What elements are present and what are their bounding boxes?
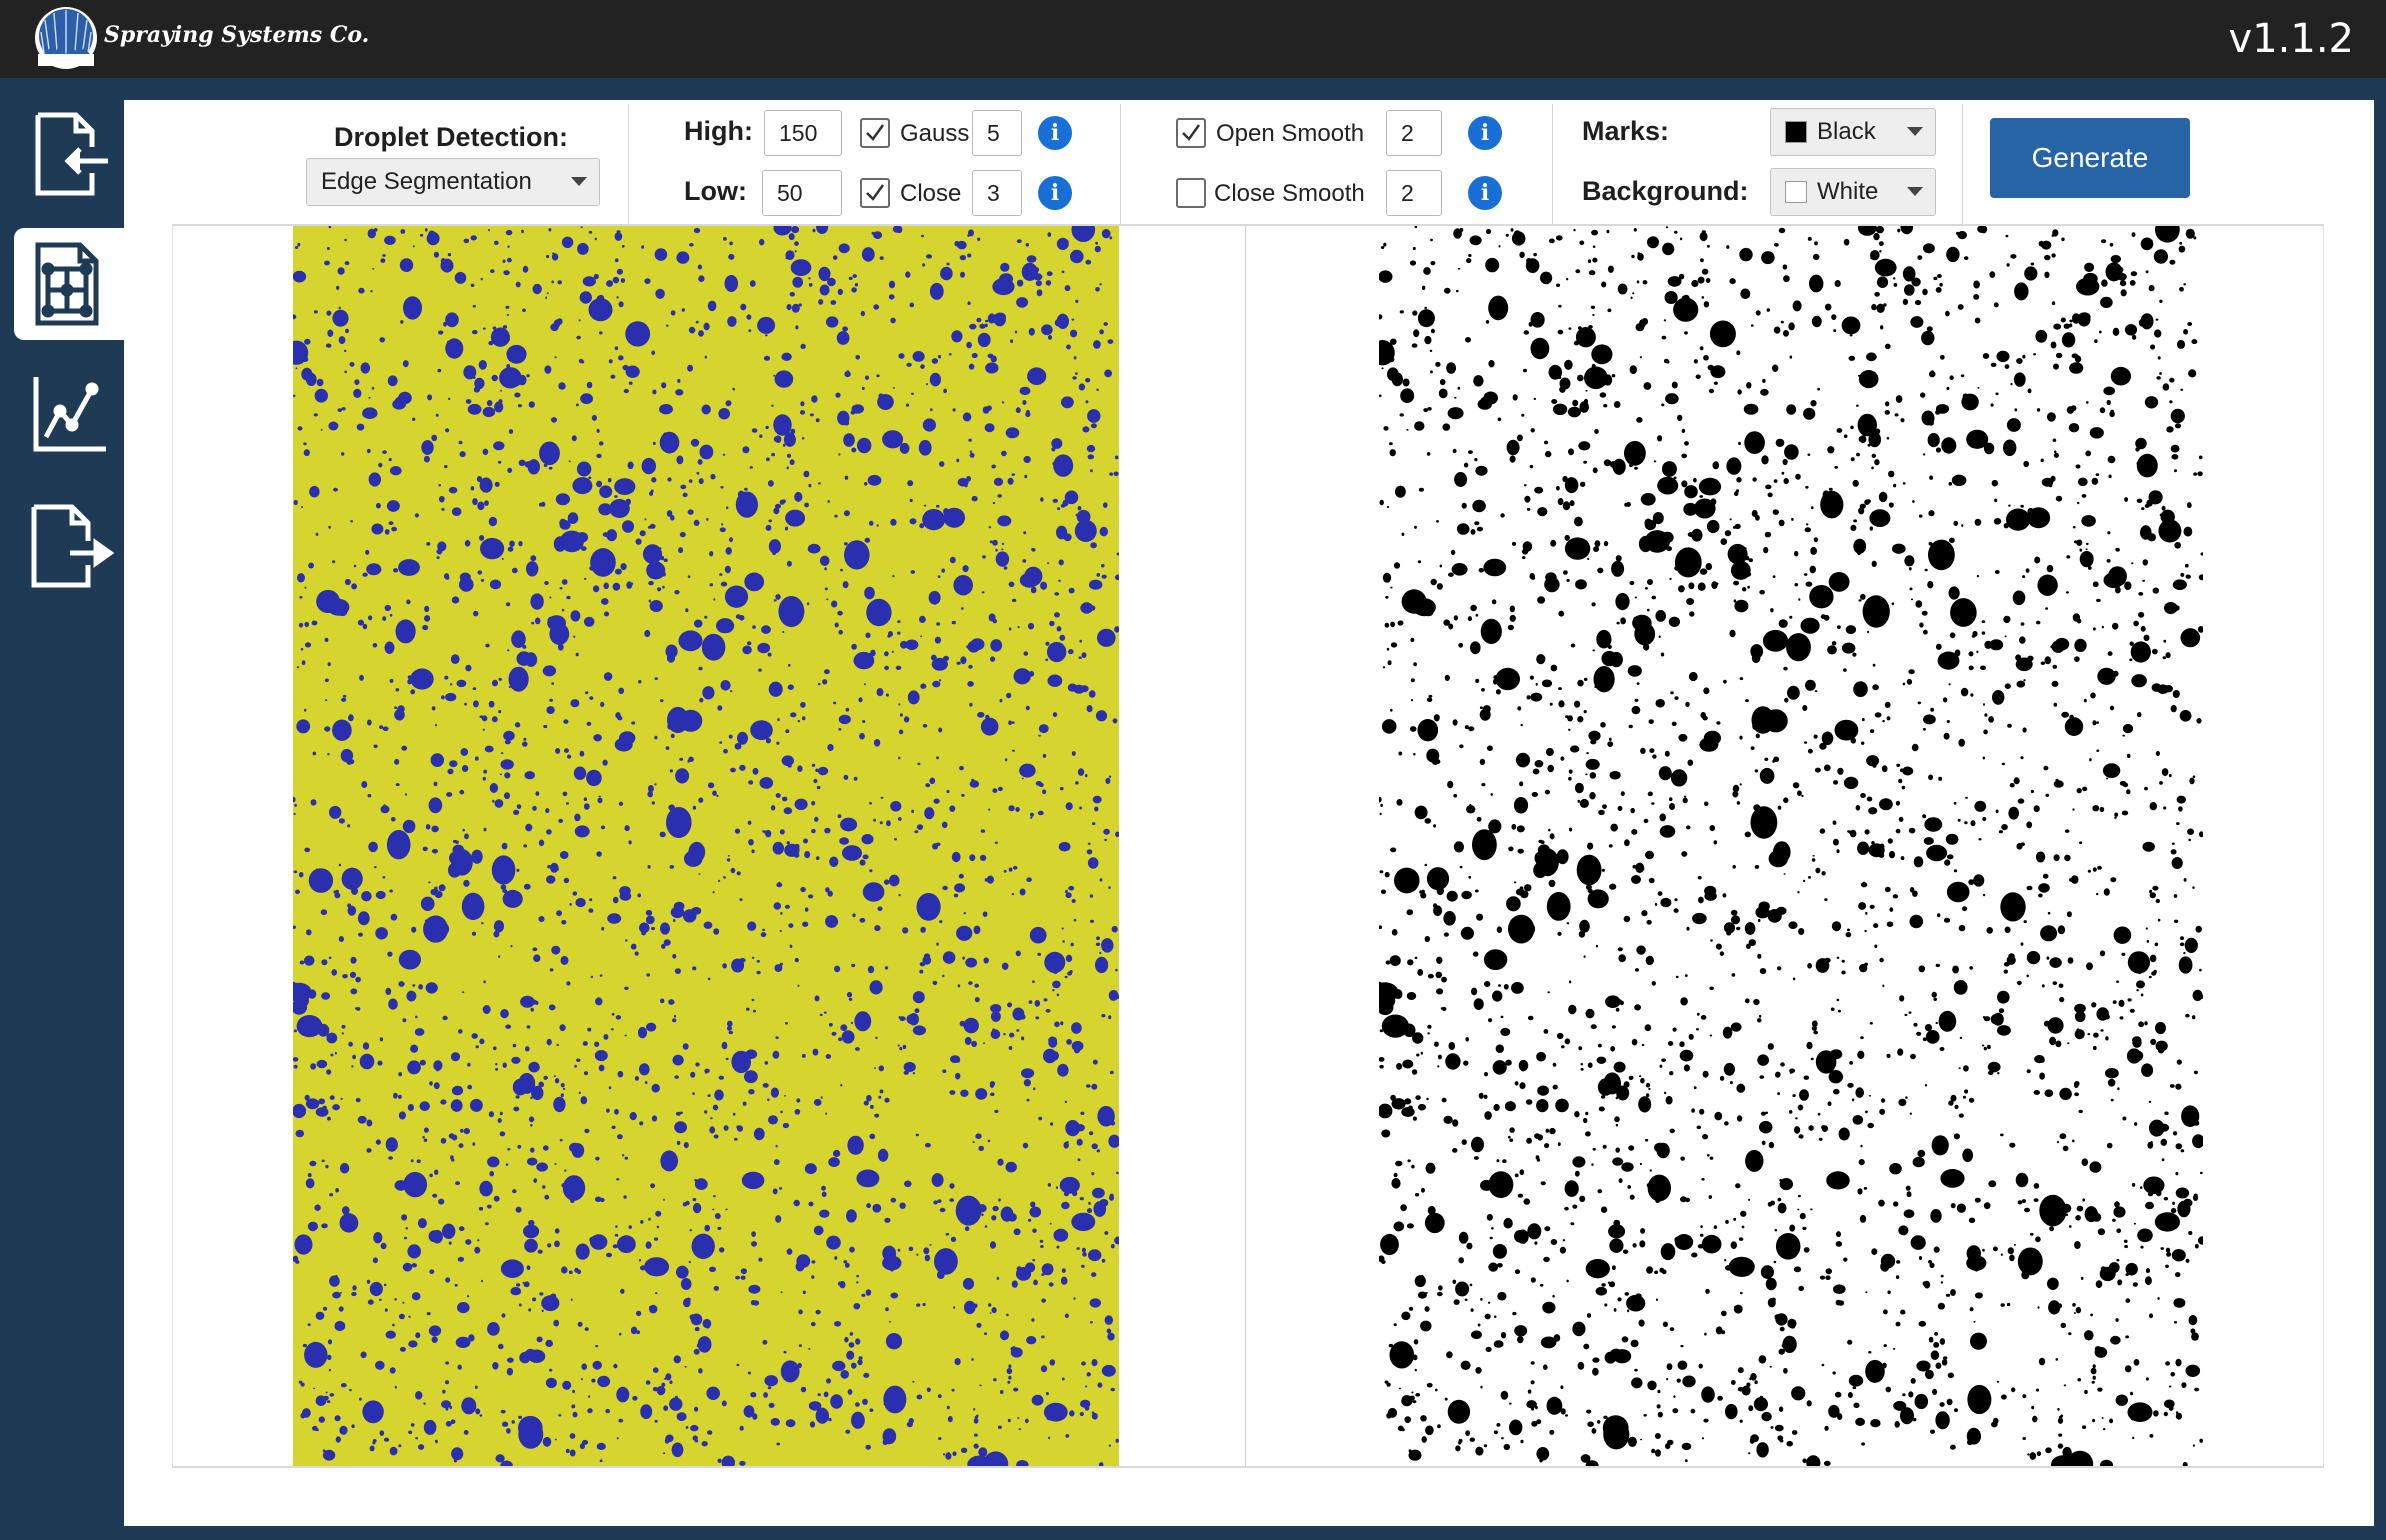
grid-analysis-icon xyxy=(35,242,99,326)
divider xyxy=(628,104,629,224)
marks-color-dropdown[interactable]: Black xyxy=(1770,108,1936,156)
gauss-label: Gauss xyxy=(900,120,970,147)
close-info-icon[interactable]: i xyxy=(1038,176,1072,210)
black-swatch-icon xyxy=(1785,121,1807,143)
divider xyxy=(1962,104,1963,224)
droplet-detection-dropdown[interactable]: Edge Segmentation xyxy=(306,158,600,206)
toolbar: Droplet Detection: Edge Segmentation Hig… xyxy=(124,100,2374,224)
close-checkbox[interactable] xyxy=(860,178,890,208)
divider xyxy=(1552,104,1553,224)
sidebar-item-analysis[interactable] xyxy=(14,228,124,340)
company-logo-icon xyxy=(35,7,97,69)
segmented-droplets-image xyxy=(1379,226,2203,1466)
low-threshold-input[interactable]: 50 xyxy=(762,170,842,216)
file-import-icon xyxy=(35,112,108,196)
version-label: v1.1.2 xyxy=(2228,16,2354,62)
high-threshold-input[interactable]: 150 xyxy=(764,110,842,156)
droplet-detection-value: Edge Segmentation xyxy=(321,168,532,195)
image-comparison-area xyxy=(172,224,2324,1468)
gauss-info-icon[interactable]: i xyxy=(1038,116,1072,150)
marks-label: Marks: xyxy=(1582,116,1670,146)
background-label: Background: xyxy=(1582,176,1749,206)
gauss-input[interactable]: 5 xyxy=(972,110,1022,156)
title-bar: Spraying Systems Co. v1.1.2 xyxy=(0,0,2386,78)
high-label: High: xyxy=(684,116,753,146)
panel-divider xyxy=(1245,226,1246,1466)
sidebar xyxy=(0,78,124,1540)
checkmark-icon xyxy=(866,184,885,201)
chevron-down-icon xyxy=(571,177,587,186)
close-input[interactable]: 3 xyxy=(972,170,1022,216)
background-color-dropdown[interactable]: White xyxy=(1770,168,1936,216)
open-smooth-checkbox[interactable] xyxy=(1176,118,1206,148)
open-smooth-info-icon[interactable]: i xyxy=(1468,116,1502,150)
close-smooth-checkbox[interactable] xyxy=(1176,178,1206,208)
original-card-image xyxy=(293,226,1119,1466)
brand-name: Spraying Systems Co. xyxy=(104,22,370,48)
close-smooth-info-icon[interactable]: i xyxy=(1468,176,1502,210)
chevron-down-icon xyxy=(1907,187,1923,196)
sidebar-item-import[interactable] xyxy=(14,98,124,210)
background-color-value: White xyxy=(1817,178,1879,205)
marks-color-value: Black xyxy=(1817,118,1876,145)
close-smooth-label: Close Smooth xyxy=(1214,180,1365,207)
gauss-checkbox[interactable] xyxy=(860,118,890,148)
divider xyxy=(1120,104,1121,224)
low-label: Low: xyxy=(684,176,747,206)
sidebar-item-charts[interactable] xyxy=(14,358,124,470)
main-panel: Droplet Detection: Edge Segmentation Hig… xyxy=(124,100,2374,1526)
close-smooth-input[interactable]: 2 xyxy=(1386,170,1442,216)
white-swatch-icon xyxy=(1785,181,1807,203)
checkmark-icon xyxy=(866,124,885,141)
sidebar-item-export[interactable] xyxy=(14,490,124,602)
generate-button[interactable]: Generate xyxy=(1990,118,2190,198)
close-label: Close xyxy=(900,180,962,207)
open-smooth-input[interactable]: 2 xyxy=(1386,110,1442,156)
checkmark-icon xyxy=(1182,124,1201,141)
chevron-down-icon xyxy=(1907,127,1923,136)
droplet-detection-label: Droplet Detection: xyxy=(334,122,569,152)
open-smooth-label: Open Smooth xyxy=(1216,120,1365,147)
file-export-icon xyxy=(31,504,114,588)
line-chart-icon xyxy=(33,377,106,452)
